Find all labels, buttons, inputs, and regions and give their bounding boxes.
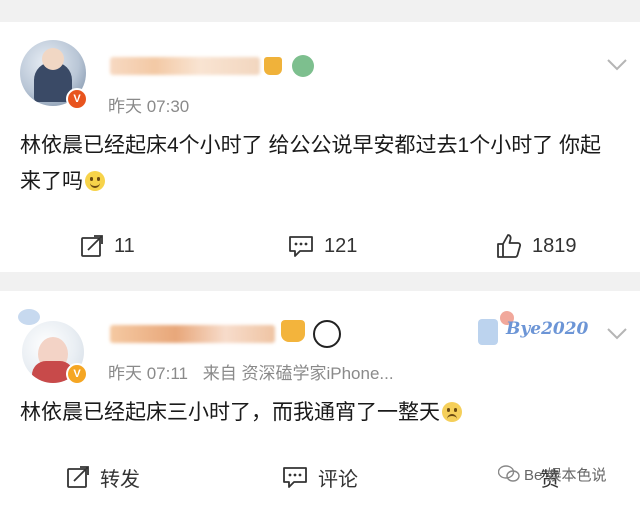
post-content: 林依晨已经起床三小时了，而我通宵了一整天 xyxy=(20,395,620,431)
sad-emoji-icon xyxy=(442,402,462,422)
comment-icon xyxy=(283,467,307,488)
panda-icon xyxy=(292,55,314,77)
repost-icon xyxy=(67,466,89,488)
repost-count: 11 xyxy=(114,234,135,257)
username-blurred[interactable] xyxy=(110,57,260,75)
comment-count: 121 xyxy=(324,234,358,257)
post-source: 来自 资深磕学家iPhone... xyxy=(202,364,394,383)
avatar-frame-icon xyxy=(18,309,40,325)
crown-icon xyxy=(281,320,305,342)
repost-button[interactable]: 11 xyxy=(80,226,135,266)
action-bar: 11 121 1819 xyxy=(0,226,640,266)
like-count: 1819 xyxy=(532,234,577,257)
like-button[interactable]: 1819 xyxy=(496,226,577,266)
weibo-post-1: V 昨天 07:30 林依晨已经起床4个小时了 给公公说早安都过去1个小时了 你… xyxy=(0,22,640,272)
repost-label: 转发 xyxy=(100,468,140,491)
chevron-down-icon[interactable] xyxy=(606,58,628,72)
comment-button[interactable]: 121 xyxy=(288,226,357,266)
crown-icon xyxy=(264,57,282,75)
chevron-down-icon[interactable] xyxy=(606,327,628,341)
post-meta: 昨天 07:11 来自 资深磕学家iPhone... xyxy=(108,359,404,384)
verified-badge-icon: V xyxy=(66,88,88,110)
username-blurred[interactable] xyxy=(110,325,275,343)
comment-button[interactable]: 评论 xyxy=(282,457,358,497)
smile-emoji-icon xyxy=(85,171,105,191)
post-time: 昨天 07:11 xyxy=(108,364,189,383)
post-meta: 昨天 07:30 xyxy=(108,92,199,117)
comment-icon xyxy=(289,236,313,257)
repost-icon xyxy=(81,235,103,257)
like-icon xyxy=(497,234,522,258)
wechat-icon xyxy=(497,465,520,482)
verified-badge-icon: V xyxy=(66,363,88,385)
bye2020-badge: Bye2020 xyxy=(478,309,588,349)
post-time: 昨天 07:30 xyxy=(108,97,190,116)
repost-button[interactable]: 转发 xyxy=(66,457,140,497)
post-content: 林依晨已经起床4个小时了 给公公说早安都过去1个小时了 你起来了吗 xyxy=(20,134,602,193)
comment-label: 评论 xyxy=(318,468,358,491)
panda-icon xyxy=(313,320,341,348)
watermark: Be 娱本色说 xyxy=(497,464,607,485)
